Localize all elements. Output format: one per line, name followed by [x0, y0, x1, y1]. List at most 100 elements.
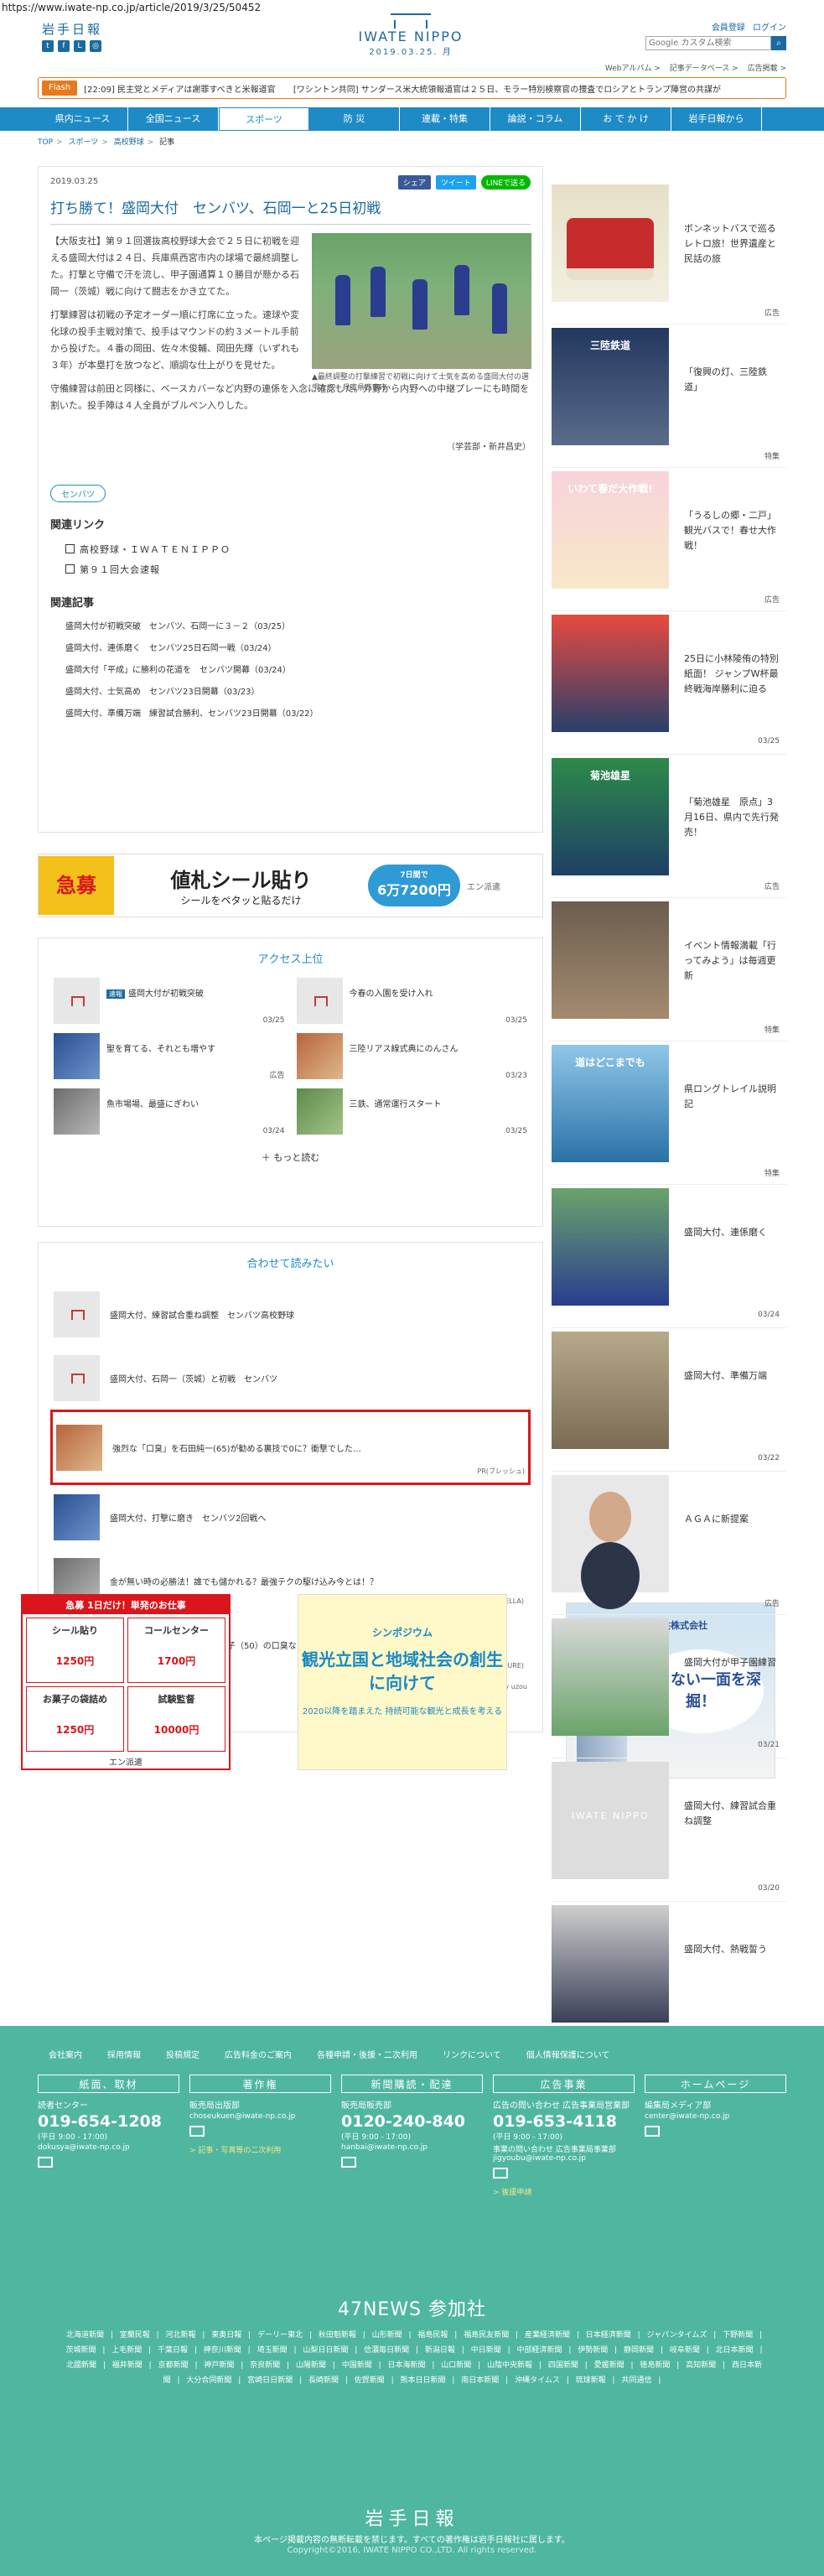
footer-logo[interactable]: 岩手日報	[0, 2504, 824, 2531]
related-link[interactable]: 高校野球・ＩＷＡＴＥＮＩＰＰＯ	[65, 540, 531, 560]
47news-member-link[interactable]: デーリー東北	[257, 2331, 303, 2340]
ranking-item[interactable]: 三鉄、通常運行スタート 03/25	[296, 1088, 527, 1135]
47news-member-link[interactable]: 東奥日報	[211, 2331, 241, 2340]
ranking-item[interactable]: 今春の入園を受け入れ 03/25	[296, 978, 527, 1025]
related-article[interactable]: 盛岡大付が初戦突破 センバツ、石岡一に３－２（03/25）	[65, 616, 531, 638]
sidebar-item[interactable]: 盛岡大付、熱戦誓う03/16	[552, 1902, 786, 2045]
symposium-ad[interactable]: シンポジウム 観光立国と地域社会の創生に向けて 2020以降を踏まえた 持続可能…	[298, 1594, 507, 1770]
read-more-button[interactable]: ＋ もっと読む	[54, 1150, 527, 1164]
47news-member-link[interactable]: 岐阜新聞	[670, 2346, 700, 2355]
sidebar-item[interactable]: ボンネットバスで巡るレトロ旅！世界遺産と民話の旅 広告	[552, 181, 786, 325]
search-input[interactable]	[645, 36, 771, 50]
47news-member-link[interactable]: 中部経済新聞	[516, 2346, 562, 2355]
47news-member-link[interactable]: 南日本新聞	[461, 2376, 499, 2385]
footer-link[interactable]: 個人情報保護について	[526, 2048, 610, 2060]
47news-member-link[interactable]: 静岡新聞	[624, 2346, 654, 2355]
sidebar-item[interactable]: 三陸鉄道 「復興の灯、三陸鉄道」 特集	[552, 325, 786, 468]
phone-number[interactable]: 019-653-4118	[493, 2112, 635, 2131]
mail-icon[interactable]	[38, 2157, 53, 2168]
47news-member-link[interactable]: 愛媛新聞	[594, 2361, 624, 2370]
breadcrumb-top[interactable]: TOP	[38, 138, 53, 147]
job-ad[interactable]: 急募 1日だけ！単発のお仕事 シール貼り 1250円 コールセンター 1700円 お…	[21, 1594, 231, 1770]
nav-sports[interactable]: スポーツ	[219, 107, 309, 131]
sidebar-item[interactable]: IWATE NIPPO 盛岡大付、練習試合重ね調整 03/20	[552, 1758, 786, 1902]
related-article[interactable]: 盛岡大付、士気高め センバツ23日開幕（03/23）	[65, 682, 531, 704]
47news-member-link[interactable]: 長崎新聞	[308, 2376, 339, 2385]
flash-news[interactable]: Flash [22:09] 民主党とメディアは謝罪すべきと米報道官 [ワシントン…	[38, 77, 786, 99]
47news-member-link[interactable]: 河北新報	[166, 2331, 196, 2340]
47news-member-link[interactable]: 高知新聞	[686, 2361, 716, 2370]
sublink-album[interactable]: Webアルバム >	[605, 65, 661, 73]
47news-member-link[interactable]: 茨城新聞	[65, 2346, 96, 2355]
47news-member-link[interactable]: 埼玉新聞	[257, 2346, 288, 2355]
site-logo[interactable]: 岩手日報	[42, 20, 102, 38]
breadcrumb-baseball[interactable]: 高校野球	[114, 138, 144, 147]
ranking-item[interactable]: 三陸リアス線式典にのんさん 03/23	[296, 1033, 527, 1080]
mail-icon[interactable]	[341, 2157, 356, 2168]
47news-member-link[interactable]: 宮崎日日新聞	[247, 2376, 293, 2385]
47news-member-link[interactable]: 北海道新聞	[66, 2331, 104, 2340]
ad-banner[interactable]: 急募 値札シール貼り シールをペタッと貼るだけ 7日間で 6万7200円 エン派遣	[38, 854, 543, 917]
47news-member-link[interactable]: 山陰中央新報	[487, 2361, 532, 2370]
sidebar-item[interactable]: 菊池雄星 「菊池雄星 原点」3月16日、県内で先行発売！ 広告	[552, 755, 786, 898]
47news-member-link[interactable]: 佐賀新聞	[355, 2376, 385, 2385]
ranking-item[interactable]: 魚市場場、最盛にぎわい 03/24	[54, 1088, 285, 1135]
47news-member-link[interactable]: 北國新聞	[66, 2361, 96, 2370]
search-icon[interactable]: ⌕	[771, 36, 786, 50]
recommend-item[interactable]: 盛岡大付、打撃に磨き センバツ2回戦へ	[54, 1485, 527, 1549]
phone-number[interactable]: 0120-240-840	[341, 2112, 483, 2131]
47news-member-link[interactable]: 室蘭民報	[120, 2331, 150, 2340]
email-address[interactable]: dokusya@iwate-np.co.jp	[38, 2143, 179, 2152]
47news-member-link[interactable]: 福島民報	[417, 2331, 448, 2340]
footer-link[interactable]: 各種申請・後援・二次利用	[317, 2048, 417, 2060]
47news-member-link[interactable]: 京都新聞	[158, 2361, 189, 2370]
47news-member-link[interactable]: 沖縄タイムス	[515, 2376, 560, 2385]
47news-member-link[interactable]: 神戸新聞	[204, 2361, 234, 2370]
47news-member-link[interactable]: 信濃毎日新聞	[364, 2346, 409, 2355]
sidebar-item[interactable]: ＡＧＡに新提案 広告	[552, 1472, 786, 1615]
47news-member-link[interactable]: 山形新聞	[372, 2331, 402, 2340]
nav-disaster[interactable]: 防 災	[309, 107, 400, 131]
breadcrumb-sports[interactable]: スポーツ	[68, 138, 98, 147]
47news-member-link[interactable]: 山梨日日新聞	[303, 2346, 348, 2355]
47news-member-link[interactable]: 四国新聞	[548, 2361, 578, 2370]
sidebar-item[interactable]: 盛岡大付、連係磨く 03/24	[552, 1185, 786, 1328]
sidebar-item[interactable]: 盛岡大付、準備万端 03/22	[552, 1328, 786, 1472]
47news-member-link[interactable]: 共同通信	[621, 2376, 651, 2385]
footer-link[interactable]: 広告料金のご案内	[225, 2048, 292, 2060]
related-article[interactable]: 盛岡大付「平成」に勝利の花道を センバツ開幕（03/24）	[65, 660, 531, 682]
recommend-item[interactable]: 盛岡大付、石岡一（茨城）と初戦 センバツ	[54, 1346, 527, 1410]
mail-icon[interactable]	[189, 2126, 205, 2137]
47news-member-link[interactable]: 琉球新報	[576, 2376, 606, 2385]
footer-link[interactable]: 採用情報	[107, 2048, 141, 2060]
ranking-item[interactable]: 速報 盛岡大付が初戦突破 03/25	[54, 978, 285, 1025]
47news-member-link[interactable]: 神奈川新聞	[204, 2346, 241, 2355]
47news-member-link[interactable]: 熊本日日新聞	[401, 2376, 446, 2385]
nav-features[interactable]: 連載・特集	[400, 107, 490, 131]
47news-member-link[interactable]: 福井新聞	[112, 2361, 143, 2370]
footer-link[interactable]: リンクについて	[443, 2048, 501, 2060]
ranking-item[interactable]: 聖を育てる、それとも増やす 広告	[54, 1033, 285, 1080]
tweet-button[interactable]: ツイート	[435, 175, 476, 190]
nav-national[interactable]: 全国ニュース	[128, 107, 219, 131]
article-photo[interactable]: ▲最終調整の打撃練習で初戦に向けて士気を高める盛岡大付の選手たち＝兵庫県西宮市	[312, 233, 531, 394]
email-address[interactable]: choseukuen@iwate-np.co.jp	[189, 2112, 331, 2121]
footer-link[interactable]: 投稿規定	[166, 2048, 200, 2060]
47news-member-link[interactable]: 山陽新聞	[296, 2361, 326, 2370]
tag-senbatsu[interactable]: センバツ	[50, 485, 106, 502]
line-icon[interactable]: L	[74, 40, 86, 52]
47news-member-link[interactable]: 千葉日報	[158, 2346, 188, 2355]
47news-member-link[interactable]: 中国新聞	[342, 2361, 372, 2370]
nav-from-nippo[interactable]: 岩手日報から	[671, 107, 762, 131]
sublink-ads[interactable]: 広告掲載 >	[748, 65, 786, 73]
facebook-share-button[interactable]: シェア	[397, 175, 431, 190]
47news-member-link[interactable]: 秋田魁新報	[319, 2331, 356, 2340]
flash-item[interactable]: [22:09] 民主党とメディアは謝罪すべきと米報道官	[84, 86, 275, 95]
47news-member-link[interactable]: ジャパンタイムズ	[647, 2331, 707, 2340]
related-link[interactable]: 第９１回大会速報	[65, 560, 531, 580]
47news-member-link[interactable]: 北日本新聞	[716, 2346, 754, 2355]
related-article[interactable]: 盛岡大付、連係磨く センバツ25日石岡一戦（03/24）	[65, 638, 531, 660]
sublink-database[interactable]: 記事データベース >	[670, 65, 738, 73]
47news-member-link[interactable]: 福島民友新聞	[464, 2331, 509, 2340]
sidebar-item[interactable]: 道はどこまでも 県ロングトレイル説明記 特集	[552, 1041, 786, 1185]
